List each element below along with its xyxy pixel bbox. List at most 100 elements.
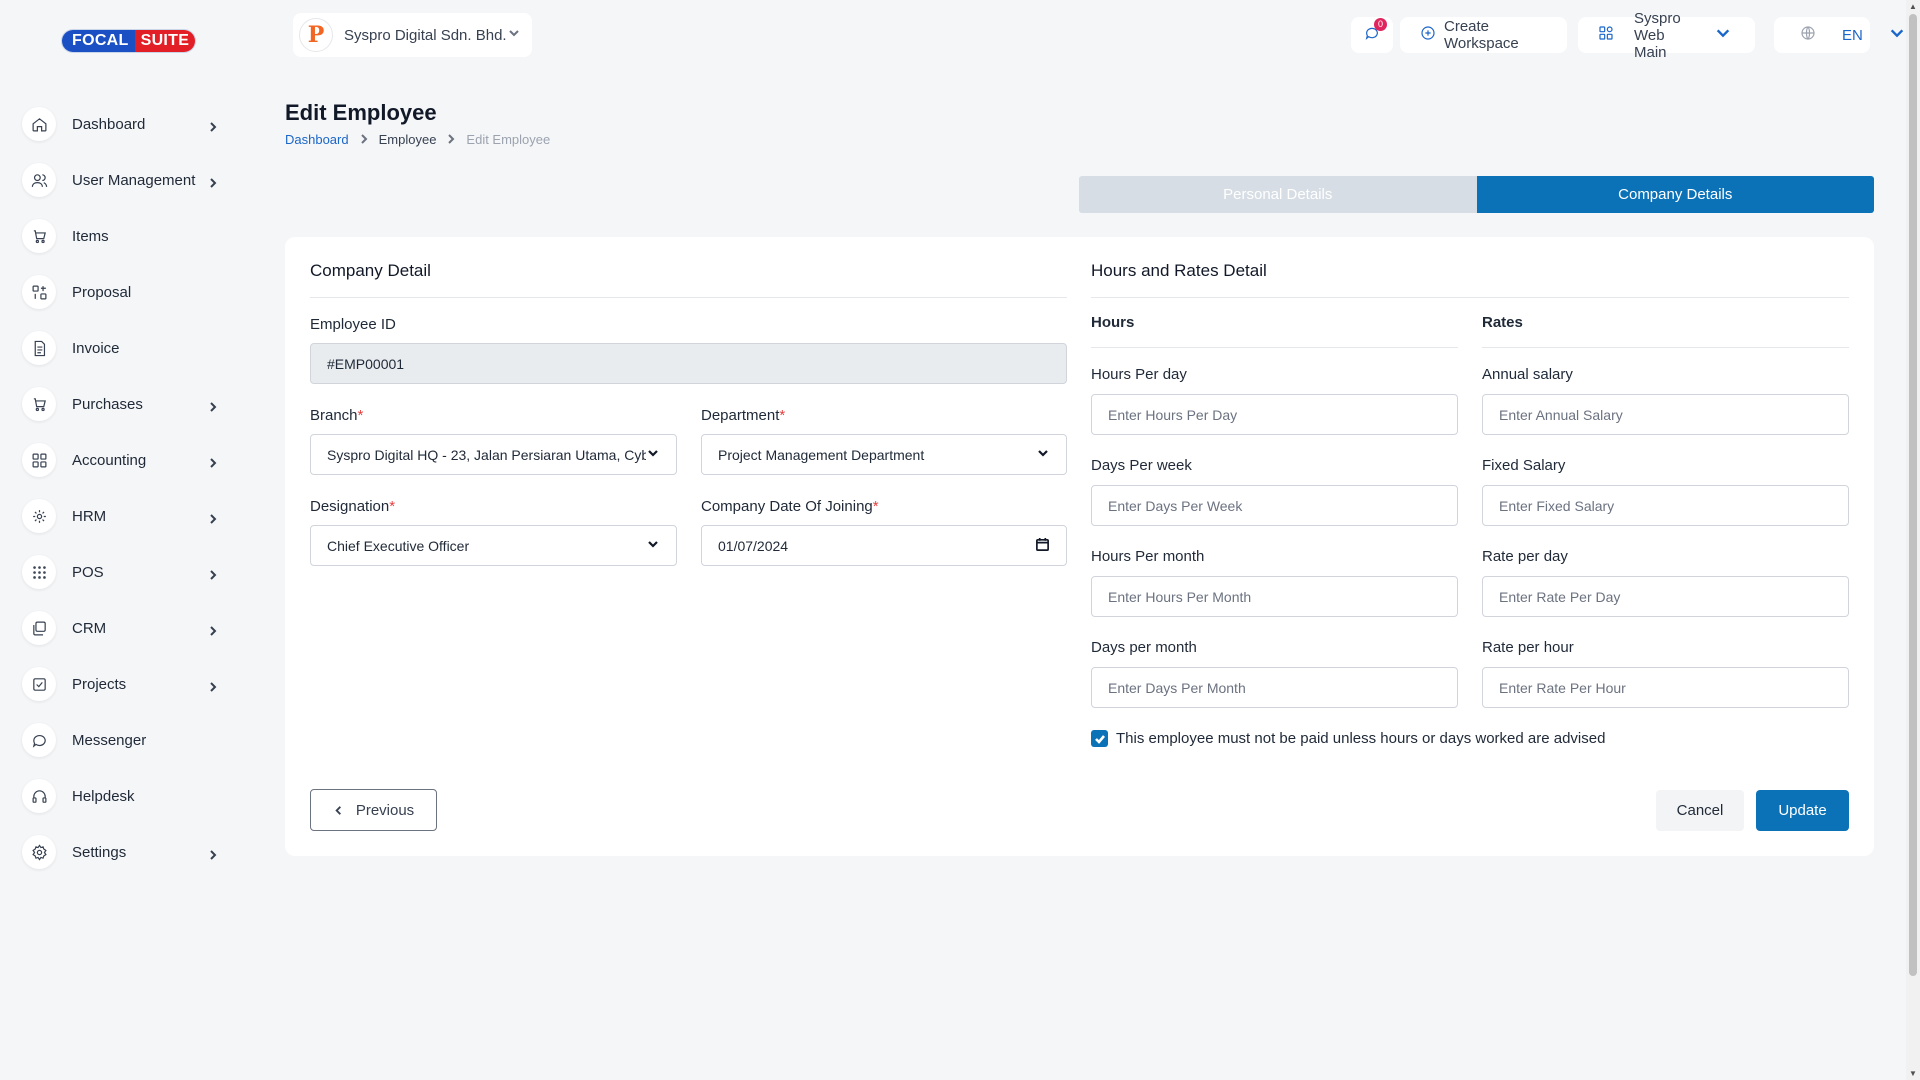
fixed-salary-label: Fixed Salary <box>1482 457 1566 474</box>
annual-salary-input[interactable]: Enter Annual Salary <box>1482 394 1849 435</box>
chevron-down-icon <box>1715 25 1731 45</box>
chevron-right-icon <box>446 132 456 147</box>
app-root: FOCAL SUITE Dashboard User Management It… <box>0 0 1920 1080</box>
hrm-icon <box>22 499 56 533</box>
employee-form-card: Company Detail Employee ID #EMP00001 Bra… <box>285 237 1874 856</box>
company-detail-title: Company Detail <box>310 261 431 280</box>
hours-per-month-label: Hours Per month <box>1091 548 1205 565</box>
grid-icon <box>22 443 56 477</box>
language-selector[interactable]: EN <box>1774 17 1904 53</box>
hours-per-day-placeholder: Enter Hours Per Day <box>1108 406 1238 423</box>
sidebar-item-pos[interactable]: POS <box>22 544 237 600</box>
sidebar-item-proposal[interactable]: Proposal <box>22 264 237 320</box>
sidebar-item-helpdesk[interactable]: Helpdesk <box>22 768 237 824</box>
form-tabs: Personal Details Company Details <box>1079 176 1874 213</box>
gear-icon <box>22 835 56 869</box>
rate-per-hour-input[interactable]: Enter Rate Per Hour <box>1482 667 1849 708</box>
required-mark: * <box>357 407 364 424</box>
joining-date-label-text: Company Date Of Joining <box>701 498 873 515</box>
logo-part-2: SUITE <box>134 30 195 52</box>
days-per-month-input[interactable]: Enter Days Per Month <box>1091 667 1458 708</box>
branch-label: Branch* <box>310 407 363 424</box>
messages-button[interactable]: 0 <box>1351 17 1393 53</box>
tab-company-details[interactable]: Company Details <box>1476 176 1874 213</box>
chat-icon <box>22 723 56 757</box>
previous-button[interactable]: Previous <box>310 789 437 831</box>
sidebar-nav: Dashboard User Management Items Proposal… <box>22 96 237 880</box>
sidebar-item-settings[interactable]: Settings <box>22 824 237 880</box>
workspace-name: Syspro Web Main <box>1634 9 1681 61</box>
scrollbar-thumb[interactable] <box>1909 14 1917 976</box>
chevron-right-icon <box>207 568 219 580</box>
scroll-down-arrow-icon[interactable]: ▼ <box>1909 1069 1917 1078</box>
sidebar-item-purchases[interactable]: Purchases <box>22 376 237 432</box>
designation-label: Designation* <box>310 498 395 515</box>
not-paid-checkbox-label[interactable]: This employee must not be paid unless ho… <box>1116 730 1605 747</box>
cancel-button[interactable]: Cancel <box>1656 790 1744 831</box>
branch-value: Syspro Digital HQ - 23, Jalan Persiaran … <box>327 446 646 463</box>
company-name: Syspro Digital Sdn. Bhd. <box>344 26 507 44</box>
divider <box>1091 297 1849 298</box>
designation-select[interactable]: Chief Executive Officer <box>310 525 677 566</box>
home-icon <box>22 107 56 141</box>
users-icon <box>22 163 56 197</box>
hours-per-day-input[interactable]: Enter Hours Per Day <box>1091 394 1458 435</box>
update-button[interactable]: Update <box>1756 790 1849 831</box>
create-workspace-button[interactable]: Create Workspace <box>1400 17 1567 53</box>
fixed-salary-placeholder: Enter Fixed Salary <box>1499 497 1615 514</box>
proposal-icon <box>22 275 56 309</box>
sidebar-item-dashboard[interactable]: Dashboard <box>22 96 237 152</box>
sidebar-item-projects[interactable]: Projects <box>22 656 237 712</box>
not-paid-checkbox[interactable] <box>1091 730 1108 747</box>
fixed-salary-input[interactable]: Enter Fixed Salary <box>1482 485 1849 526</box>
page-scrollbar[interactable]: ▲ ▼ <box>1906 0 1920 1080</box>
department-label: Department* <box>701 407 785 424</box>
joining-date-value: 01/07/2024 <box>718 537 789 554</box>
joining-date-label: Company Date Of Joining* <box>701 498 879 515</box>
sidebar-item-label: CRM <box>72 619 107 637</box>
scroll-up-arrow-icon[interactable]: ▲ <box>1909 2 1917 11</box>
days-per-week-placeholder: Enter Days Per Week <box>1108 497 1243 514</box>
cart-icon <box>22 219 56 253</box>
focal-suite-logo[interactable]: FOCAL SUITE <box>61 29 196 53</box>
days-per-week-input[interactable]: Enter Days Per Week <box>1091 485 1458 526</box>
sidebar-item-hrm[interactable]: HRM <box>22 488 237 544</box>
company-logo: P <box>299 18 333 52</box>
rate-per-day-input[interactable]: Enter Rate Per Day <box>1482 576 1849 617</box>
annual-salary-label: Annual salary <box>1482 366 1573 383</box>
chevron-down-icon <box>1889 25 1905 45</box>
sidebar-item-user-management[interactable]: User Management <box>22 152 237 208</box>
sidebar-item-accounting[interactable]: Accounting <box>22 432 237 488</box>
calendar-icon[interactable] <box>1035 537 1050 555</box>
workspace-selector[interactable]: Syspro Web Main <box>1578 10 1755 61</box>
breadcrumb-dashboard[interactable]: Dashboard <box>285 132 349 147</box>
sidebar-item-label: User Management <box>72 171 196 189</box>
sidebar-item-label: Accounting <box>72 451 147 469</box>
chevron-right-icon <box>207 120 219 132</box>
rate-per-hour-label: Rate per hour <box>1482 639 1574 656</box>
joining-date-input[interactable]: 01/07/2024 <box>701 525 1067 566</box>
employee-id-value: #EMP00001 <box>327 355 405 372</box>
sidebar: FOCAL SUITE Dashboard User Management It… <box>0 0 250 1080</box>
sidebar-item-crm[interactable]: CRM <box>22 600 237 656</box>
sidebar-item-invoice[interactable]: Invoice <box>22 320 237 376</box>
breadcrumb-current: Edit Employee <box>466 132 551 147</box>
required-mark: * <box>389 498 396 515</box>
language-code: EN <box>1842 26 1863 44</box>
employee-id-field: #EMP00001 <box>310 343 1067 384</box>
breadcrumb-employee[interactable]: Employee <box>379 132 437 147</box>
hours-per-month-input[interactable]: Enter Hours Per Month <box>1091 576 1458 617</box>
divider <box>1091 347 1458 348</box>
company-selector[interactable]: P Syspro Digital Sdn. Bhd. <box>293 13 532 57</box>
department-select[interactable]: Project Management Department <box>701 434 1067 475</box>
tab-personal-details[interactable]: Personal Details <box>1079 176 1477 213</box>
sidebar-item-messenger[interactable]: Messenger <box>22 712 237 768</box>
globe-icon <box>1800 25 1816 45</box>
sidebar-item-label: Proposal <box>72 283 132 301</box>
not-paid-checkbox-row: This employee must not be paid unless ho… <box>1091 730 1605 747</box>
department-value: Project Management Department <box>718 446 925 463</box>
chevron-down-icon <box>1036 446 1050 463</box>
sidebar-item-label: POS <box>72 563 104 581</box>
branch-select[interactable]: Syspro Digital HQ - 23, Jalan Persiaran … <box>310 434 677 475</box>
sidebar-item-items[interactable]: Items <box>22 208 237 264</box>
